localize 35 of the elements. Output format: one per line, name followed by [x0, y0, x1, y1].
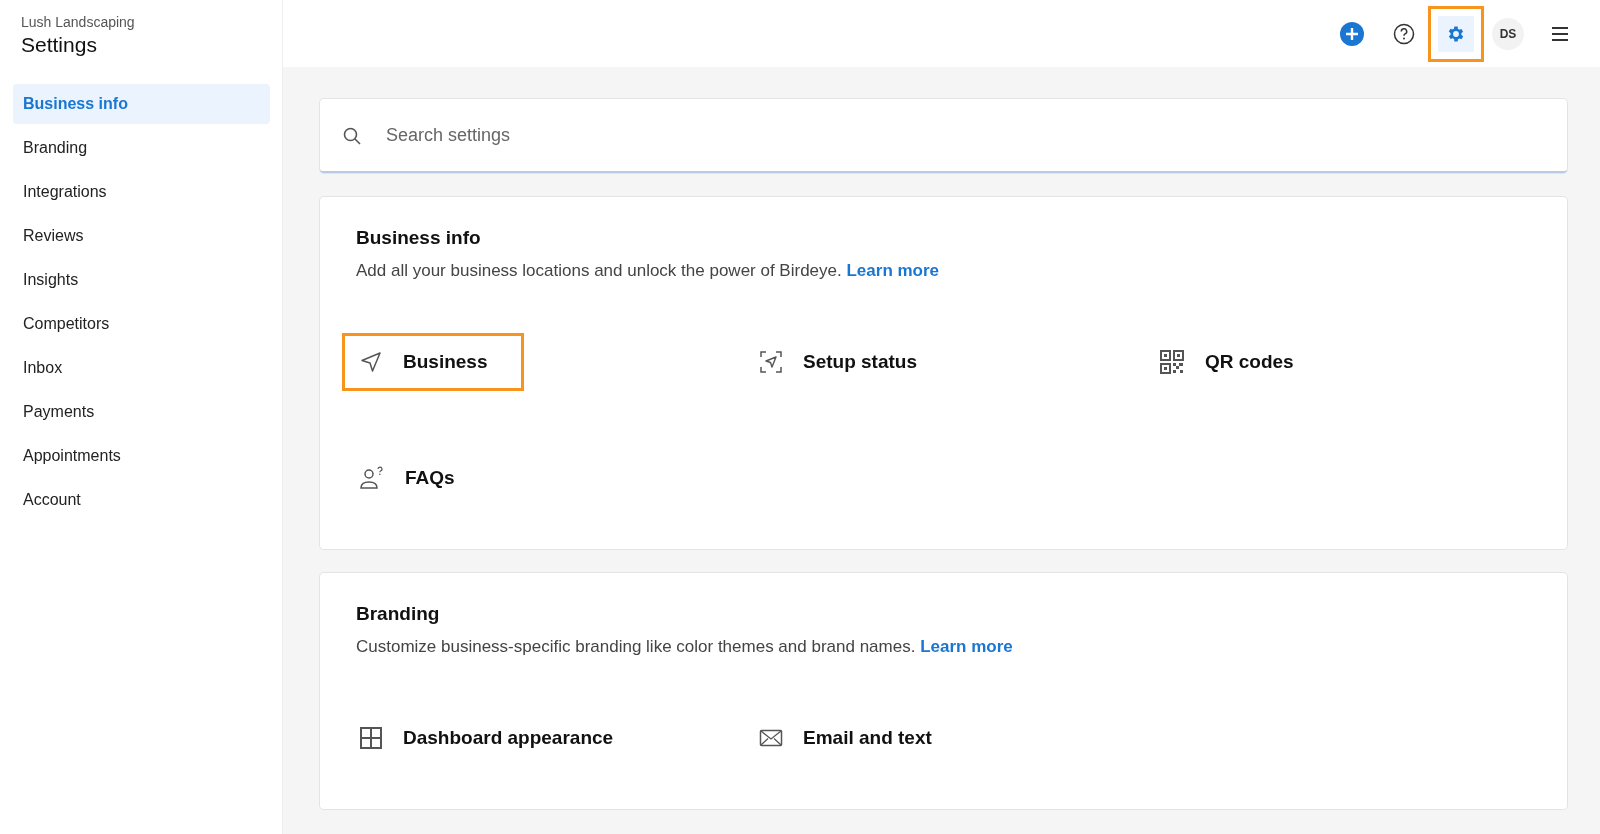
sidebar-item[interactable]: Integrations	[13, 172, 270, 212]
menu-icon	[1550, 25, 1570, 42]
page-title: Settings	[20, 33, 98, 57]
settings-item[interactable]: Setup status	[742, 333, 955, 391]
settings-item[interactable]: Business	[342, 333, 525, 391]
section-title: Branding	[356, 603, 441, 625]
sidebar-item[interactable]: Inbox	[13, 348, 270, 388]
search-field[interactable]: Search settings	[320, 99, 1567, 173]
help-icon	[1393, 22, 1415, 45]
settings-item[interactable]: Email and text	[742, 709, 969, 767]
sidebar-item[interactable]: Payments	[13, 392, 270, 432]
grid-icon	[359, 726, 383, 750]
navigation-arrow-icon	[359, 350, 383, 374]
qr-code-icon	[1159, 349, 1185, 375]
settings-item[interactable]: Dashboard appearance	[342, 709, 651, 767]
setup-icon	[759, 350, 783, 374]
envelope-icon	[759, 728, 783, 748]
avatar-button[interactable]: DS	[1492, 17, 1524, 50]
person-question-icon	[359, 466, 385, 490]
learn-more-link[interactable]: Learn more	[920, 637, 1013, 656]
add-icon	[1339, 20, 1365, 47]
sidebar-item[interactable]: Reviews	[13, 216, 270, 256]
sidebar-item[interactable]: Account	[13, 480, 270, 520]
settings-item[interactable]: FAQs	[342, 449, 492, 507]
section-description: Customize business-specific branding like color themes and brand names. Learn more	[356, 637, 1014, 657]
sidebar-item[interactable]: Branding	[13, 128, 270, 168]
sidebar-item[interactable]: Business info	[13, 84, 270, 124]
section-title: Business info	[356, 227, 482, 249]
section-description: Add all your business locations and unlock the power of Birdeye. Learn more	[356, 261, 941, 281]
business-name: Lush Landscaping	[20, 14, 136, 30]
sidebar-item[interactable]: Competitors	[13, 304, 270, 344]
sidebar-item[interactable]: Insights	[13, 260, 270, 300]
settings-item[interactable]: QR codes	[1142, 333, 1331, 391]
learn-more-link[interactable]: Learn more	[846, 261, 940, 280]
sidebar-item[interactable]: Appointments	[13, 436, 270, 476]
